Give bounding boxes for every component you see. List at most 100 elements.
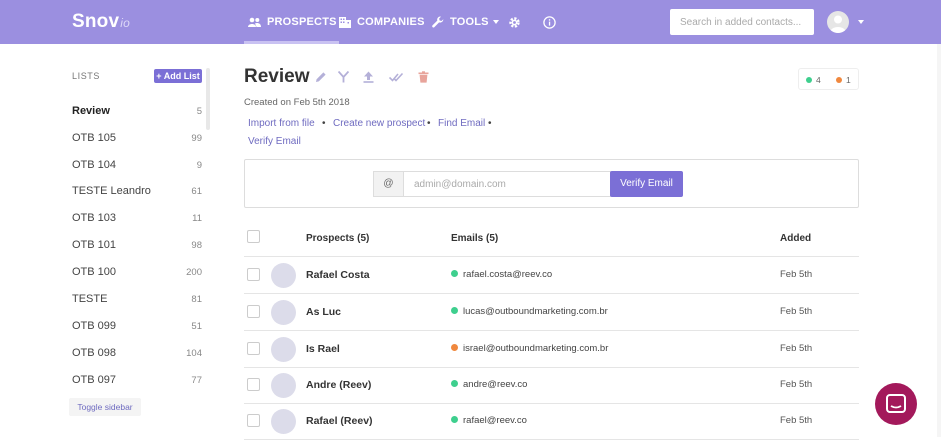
user-avatar[interactable] xyxy=(827,11,849,33)
list-item-count: 51 xyxy=(191,321,202,332)
prospect-name[interactable]: Rafael Costa xyxy=(306,269,370,281)
nav-companies[interactable]: COMPANIES xyxy=(339,0,425,44)
list-item[interactable]: OTB 097 77 xyxy=(72,369,202,391)
added-date: Feb 5th xyxy=(780,269,813,280)
pencil-icon[interactable] xyxy=(315,71,327,83)
list-item-count: 104 xyxy=(186,348,202,359)
prospect-email: rafael@reev.co xyxy=(451,415,527,426)
toggle-sidebar-button[interactable]: Toggle sidebar xyxy=(69,398,141,416)
list-item-name: OTB 101 xyxy=(72,239,117,251)
sidebar-scrollbar[interactable] xyxy=(206,68,210,130)
created-date: Created on Feb 5th 2018 xyxy=(244,97,350,108)
list-item[interactable]: OTB 100 200 xyxy=(72,261,202,283)
column-added[interactable]: Added xyxy=(780,233,811,244)
row-checkbox[interactable] xyxy=(247,268,260,281)
user-icon xyxy=(830,15,846,33)
prospect-name[interactable]: Is Rael xyxy=(306,343,340,355)
verify-email-link[interactable]: Verify Email xyxy=(248,136,301,147)
chevron-down-icon xyxy=(492,20,499,24)
column-prospects[interactable]: Prospects (5) xyxy=(306,233,369,244)
list-item[interactable]: OTB 104 9 xyxy=(72,154,202,176)
added-date: Feb 5th xyxy=(780,379,813,390)
list-item-count: 61 xyxy=(191,186,202,197)
users-icon xyxy=(248,17,261,27)
separator: • xyxy=(488,118,492,129)
list-item[interactable]: TESTE 81 xyxy=(72,288,202,310)
create-new-prospect-link[interactable]: Create new prospect xyxy=(333,118,425,129)
list-item[interactable]: TESTE Leandro 61 xyxy=(72,180,202,202)
list-item[interactable]: OTB 105 99 xyxy=(72,127,202,149)
avatar xyxy=(271,300,296,325)
building-icon xyxy=(339,16,351,28)
search-input[interactable] xyxy=(670,9,814,35)
chat-button[interactable] xyxy=(875,383,917,425)
list-item-count: 98 xyxy=(191,240,202,251)
find-email-link[interactable]: Find Email xyxy=(438,118,485,129)
prospect-email: israel@outboundmarketing.com.br xyxy=(451,343,608,354)
prospect-name[interactable]: Andre (Reev) xyxy=(306,379,371,391)
row-checkbox[interactable] xyxy=(247,414,260,427)
list-item-name: OTB 097 xyxy=(72,374,117,386)
verify-email-button[interactable]: Verify Email xyxy=(610,171,683,197)
nav-tools[interactable]: TOOLS xyxy=(432,0,499,44)
settings-button[interactable] xyxy=(508,0,527,44)
list-item-name: OTB 100 xyxy=(72,266,117,278)
avatar xyxy=(271,263,296,288)
list-item-name: OTB 103 xyxy=(72,212,117,224)
prospect-name[interactable]: As Luc xyxy=(306,306,341,318)
list-item[interactable]: OTB 099 51 xyxy=(72,315,202,337)
upload-icon[interactable] xyxy=(363,71,374,83)
filter-icon[interactable] xyxy=(338,71,349,83)
trash-icon[interactable] xyxy=(418,71,429,83)
nav-tools-label: TOOLS xyxy=(450,16,489,28)
nav-companies-label: COMPANIES xyxy=(357,16,425,28)
list-item-count: 5 xyxy=(196,106,202,117)
select-all-checkbox[interactable] xyxy=(247,230,260,243)
list-item-name: OTB 105 xyxy=(72,132,117,144)
table-header: Prospects (5) Emails (5) Added xyxy=(244,222,859,257)
list-item-name: TESTE xyxy=(72,293,108,305)
table-row[interactable]: As Luc lucas@outboundmarketing.com.br Fe… xyxy=(244,294,859,331)
list-item-name: OTB 104 xyxy=(72,159,117,171)
add-list-button[interactable]: + Add List xyxy=(154,69,202,83)
top-navbar: Snovio PROSPECTS COMPANIES TOOLS xyxy=(0,0,941,44)
prospect-name[interactable]: Rafael (Reev) xyxy=(306,415,373,427)
logo-suffix: io xyxy=(120,16,131,30)
list-item-name: OTB 099 xyxy=(72,320,117,332)
orange-dot-icon xyxy=(836,77,842,83)
chevron-down-icon[interactable] xyxy=(858,20,864,24)
row-checkbox[interactable] xyxy=(247,342,260,355)
nav-prospects-label: PROSPECTS xyxy=(267,16,337,28)
info-button[interactable] xyxy=(543,0,562,44)
verify-email-panel: @ Verify Email xyxy=(244,159,859,208)
verify-email-input[interactable] xyxy=(403,171,611,197)
import-from-file-link[interactable]: Import from file xyxy=(248,118,315,129)
logo[interactable]: Snovio xyxy=(72,11,130,33)
added-date: Feb 5th xyxy=(780,343,813,354)
table-row[interactable]: Is Rael israel@outboundmarketing.com.br … xyxy=(244,331,859,368)
list-item-name: TESTE Leandro xyxy=(72,185,151,197)
list-item-count: 77 xyxy=(191,375,202,386)
list-item-count: 9 xyxy=(196,160,202,171)
list-item[interactable]: OTB 103 11 xyxy=(72,207,202,229)
separator: • xyxy=(322,118,326,129)
avatar xyxy=(271,373,296,398)
column-emails[interactable]: Emails (5) xyxy=(451,233,498,244)
avatar xyxy=(271,409,296,434)
page-title: Review xyxy=(244,66,310,87)
list-item[interactable]: OTB 101 98 xyxy=(72,234,202,256)
nav-prospects[interactable]: PROSPECTS xyxy=(244,0,339,44)
list-item-name: OTB 098 xyxy=(72,347,117,359)
added-date: Feb 5th xyxy=(780,306,813,317)
table-row[interactable]: Andre (Reev) andre@reev.co Feb 5th xyxy=(244,367,859,404)
list-item[interactable]: OTB 098 104 xyxy=(72,342,202,364)
row-checkbox[interactable] xyxy=(247,378,260,391)
page-scrollbar[interactable] xyxy=(937,44,941,437)
table-row[interactable]: Rafael (Reev) rafael@reev.co Feb 5th xyxy=(244,403,859,440)
list-item[interactable]: Review 5 xyxy=(72,100,202,122)
table-row[interactable]: Rafael Costa rafael.costa@reev.co Feb 5t… xyxy=(244,257,859,294)
double-check-icon[interactable] xyxy=(389,71,404,83)
status-dot-icon xyxy=(451,307,458,314)
row-checkbox[interactable] xyxy=(247,305,260,318)
avatar xyxy=(271,337,296,362)
